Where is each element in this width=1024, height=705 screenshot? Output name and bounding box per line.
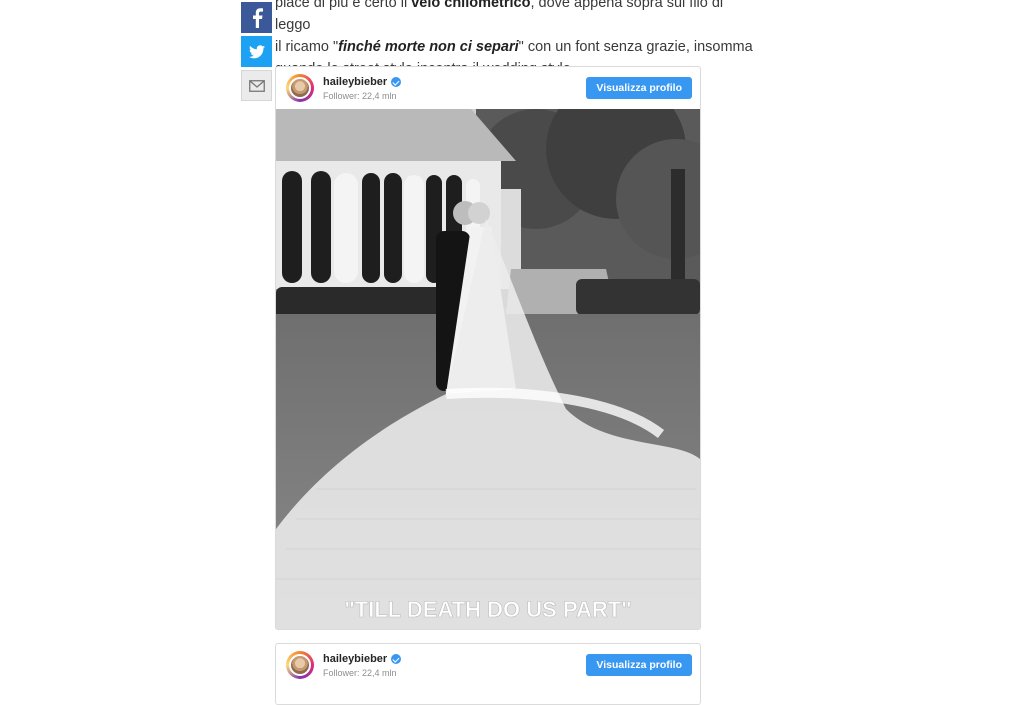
veil-embroidery-text: "TILL DEATH DO US PART" <box>344 597 631 622</box>
share-sidebar <box>241 2 272 104</box>
avatar[interactable] <box>286 74 314 102</box>
instagram-embed-header: haileybieber Follower: 22,4 mln Visualiz… <box>276 644 700 686</box>
wedding-photo: "TILL DEATH DO US PART" <box>276 109 700 629</box>
twitter-icon <box>248 44 265 58</box>
article-line-2: il ricamo "finché morte non ci separi" c… <box>275 36 755 58</box>
view-profile-button[interactable]: Visualizza profilo <box>586 77 692 99</box>
view-profile-button[interactable]: Visualizza profilo <box>586 654 692 676</box>
instagram-username[interactable]: haileybieber <box>323 653 402 665</box>
article-bold-text: velo chilometrico <box>411 0 531 11</box>
verified-badge-icon <box>391 654 402 664</box>
instagram-embed-header: haileybieber Follower: 22,4 mln Visualiz… <box>276 67 700 109</box>
verified-badge-icon <box>391 77 402 87</box>
facebook-icon <box>252 7 263 28</box>
article-text-segment: il ricamo " <box>275 39 339 55</box>
follower-count: Follower: 22,4 mln <box>323 91 397 101</box>
username-text[interactable]: haileybieber <box>323 76 387 88</box>
instagram-username[interactable]: haileybieber <box>323 76 402 88</box>
twitter-share-button[interactable] <box>241 36 272 67</box>
follower-count: Follower: 22,4 mln <box>323 668 397 678</box>
article-text-segment: piace di più è certo il <box>275 0 412 11</box>
facebook-share-button[interactable] <box>241 2 272 33</box>
envelope-icon <box>248 79 265 92</box>
article-text-segment: " con un font senza grazie, insomma <box>518 39 753 55</box>
avatar[interactable] <box>286 651 314 679</box>
username-text[interactable]: haileybieber <box>323 653 387 665</box>
article-bolditalic-text: finché morte non ci separi <box>338 39 519 55</box>
instagram-photo[interactable]: "TILL DEATH DO US PART" <box>276 109 700 629</box>
instagram-embed: haileybieber Follower: 22,4 mln Visualiz… <box>275 66 701 630</box>
email-share-button[interactable] <box>241 70 272 101</box>
article-line-1: piace di più è certo il velo chilometric… <box>275 0 755 36</box>
instagram-embed: haileybieber Follower: 22,4 mln Visualiz… <box>275 643 701 705</box>
